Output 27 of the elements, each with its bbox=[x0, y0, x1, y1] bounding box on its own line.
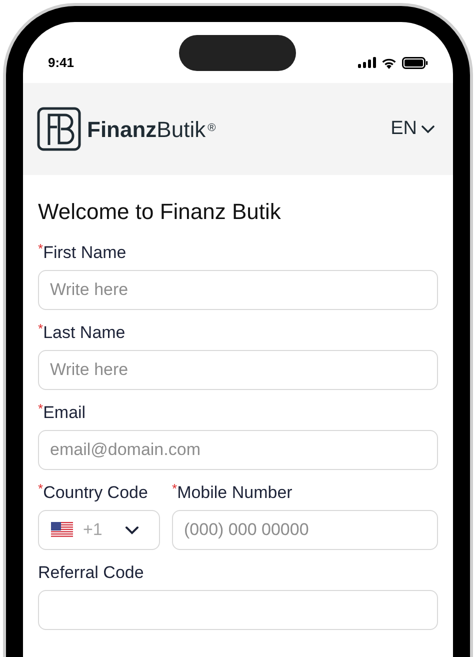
field-label: Last Name bbox=[43, 322, 126, 344]
chevron-down-icon bbox=[125, 526, 139, 534]
field-label: First Name bbox=[43, 242, 126, 264]
flag-icon bbox=[51, 522, 73, 538]
field-label: Country Code bbox=[43, 482, 148, 504]
field-label: Email bbox=[43, 402, 86, 424]
input-field[interactable]: email@domain.com bbox=[38, 430, 438, 470]
field-label: Mobile Number bbox=[177, 482, 292, 504]
required-asterisk: * bbox=[38, 242, 44, 256]
input-field[interactable] bbox=[38, 590, 438, 630]
battery-icon bbox=[402, 56, 428, 68]
required-asterisk: * bbox=[38, 402, 44, 416]
input-field[interactable]: Write here bbox=[38, 270, 438, 310]
field-label: Referral Code bbox=[38, 562, 144, 584]
input-field[interactable]: Write here bbox=[38, 350, 438, 390]
language-selector[interactable]: EN bbox=[390, 114, 435, 144]
required-asterisk: * bbox=[38, 482, 44, 496]
required-asterisk: * bbox=[172, 482, 178, 496]
logo-icon bbox=[37, 107, 81, 151]
input-field[interactable]: (000) 000 00000 bbox=[172, 510, 438, 550]
status-time: 9:41 bbox=[48, 54, 74, 72]
form-title: Welcome to Finanz Butik bbox=[38, 198, 282, 226]
chevron-down-icon bbox=[421, 124, 435, 134]
signal-icon bbox=[358, 57, 376, 68]
required-asterisk: * bbox=[38, 322, 44, 336]
brand-name: FinanzButik$^{®}$ bbox=[87, 116, 216, 144]
wifi-icon bbox=[381, 56, 397, 68]
